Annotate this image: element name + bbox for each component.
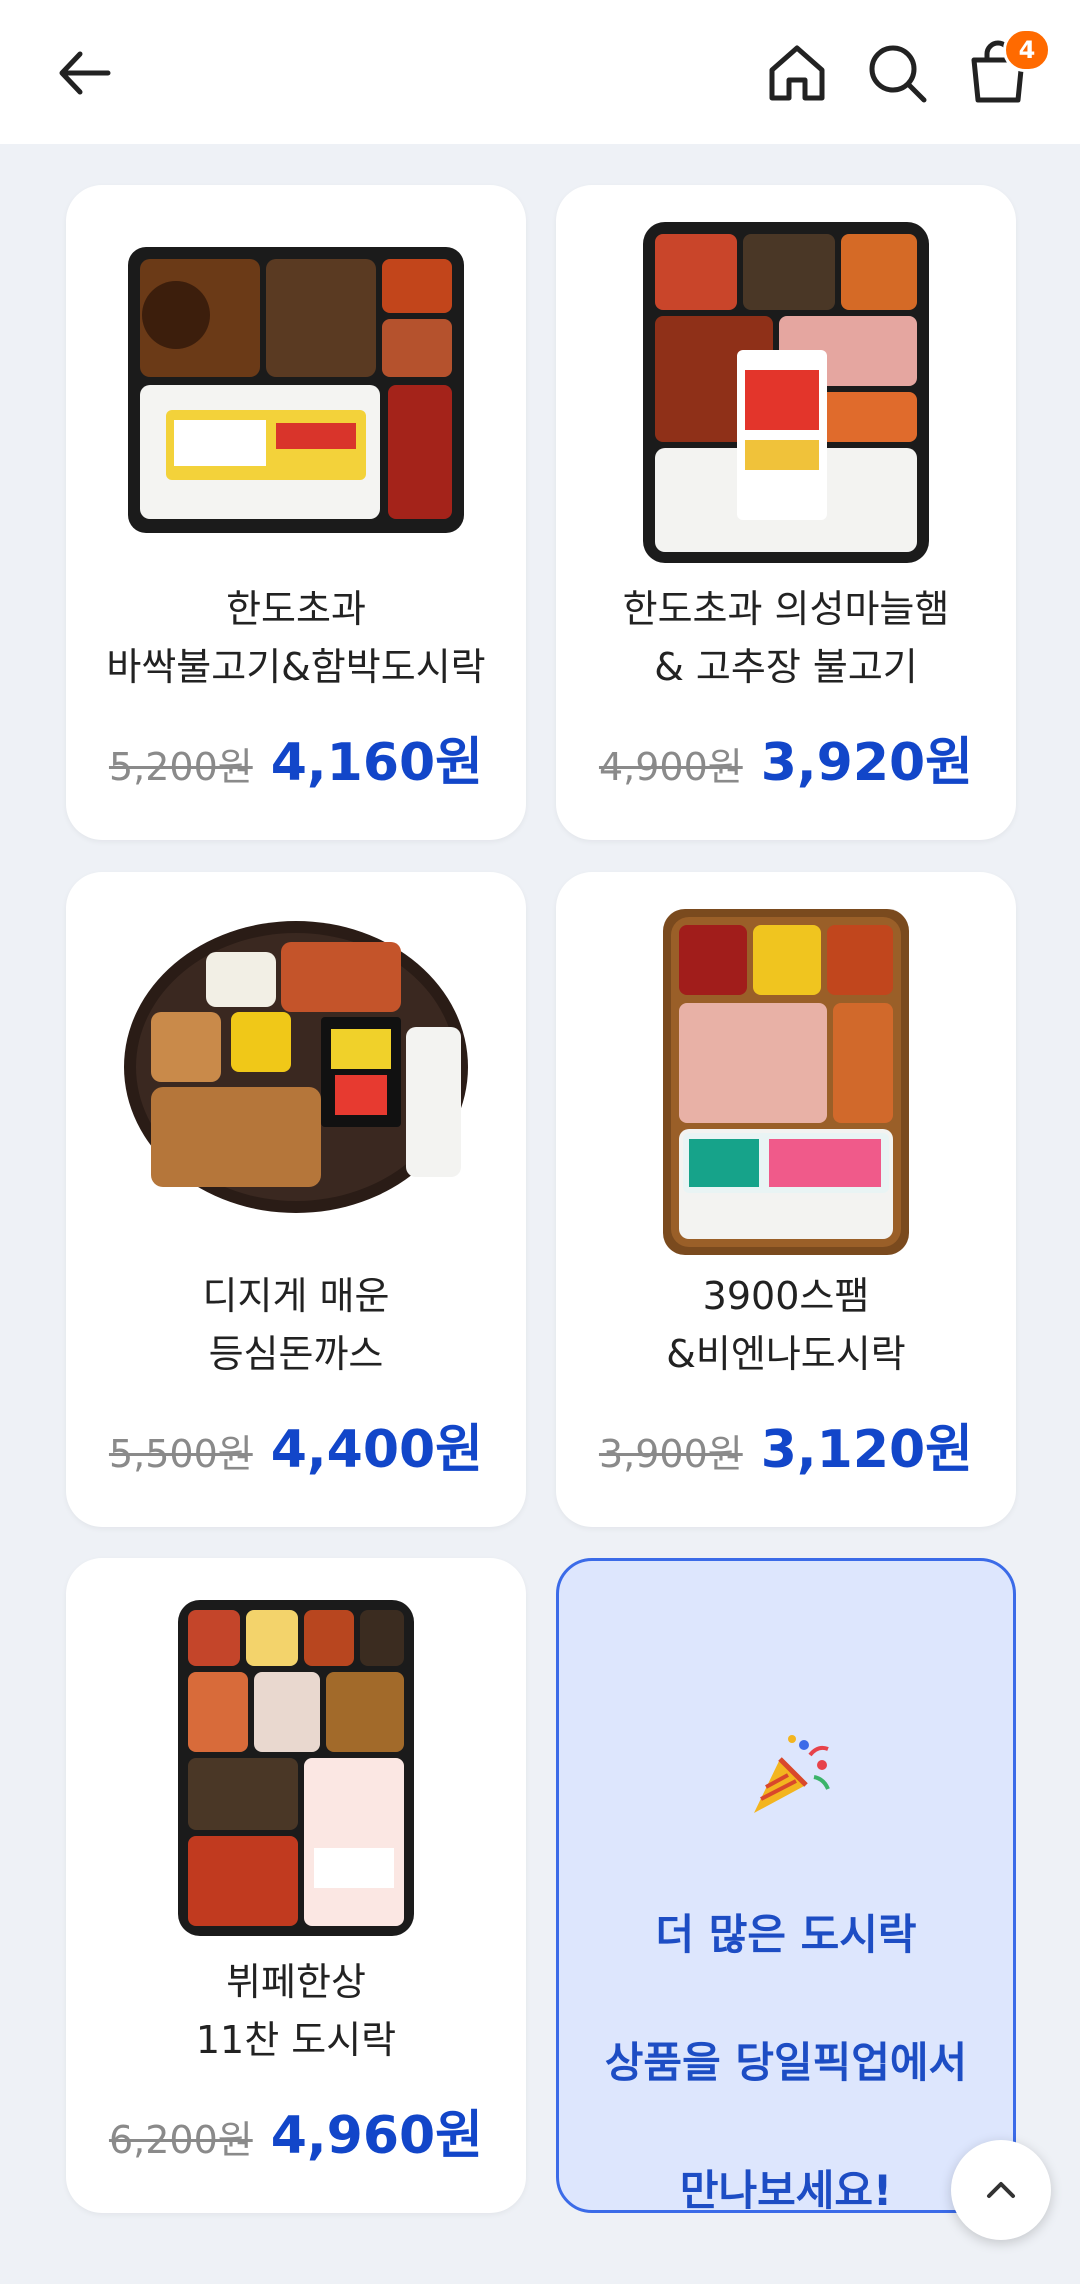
price-row: 5,500원 4,400원 xyxy=(66,1407,526,1482)
sale-price: 3,120원 xyxy=(760,1420,974,1480)
party-popper-icon xyxy=(754,1735,830,1813)
price-row: 3,900원 3,120원 xyxy=(556,1407,1016,1482)
sale-price: 3,920원 xyxy=(760,733,974,793)
lunchbox-image xyxy=(178,1600,414,1936)
original-price: 6,200원 xyxy=(108,2118,253,2162)
product-card[interactable]: 3900스팸 &비엔나도시락 3,900원 3,120원 xyxy=(556,872,1016,1527)
chevron-up-icon xyxy=(987,2182,1015,2198)
sale-price: 4,960원 xyxy=(270,2106,484,2166)
top-bar: 4 xyxy=(0,0,1080,144)
sale-price: 4,160원 xyxy=(270,733,484,793)
scroll-to-top-button[interactable] xyxy=(951,2140,1051,2240)
promo-message: 더 많은 도시락 상품을 당일픽업에서 만나보세요! xyxy=(604,1910,968,2215)
more-lunchbox-promo-card[interactable]: 더 많은 도시락 상품을 당일픽업에서 만나보세요! xyxy=(556,1558,1016,2215)
product-name: 한도초과 의성마늘햄 & 고추장 불고기 xyxy=(622,587,950,689)
sale-price: 4,400원 xyxy=(270,1420,484,1480)
lunchbox-image xyxy=(128,247,464,533)
original-price: 4,900원 xyxy=(598,745,743,789)
original-price: 5,500원 xyxy=(108,1432,253,1476)
lunchbox-image xyxy=(643,222,929,563)
product-name: 한도초과 바싹불고기&함박도시락 xyxy=(106,587,486,689)
lunchbox-image xyxy=(124,921,468,1213)
price-row: 5,200원 4,160원 xyxy=(66,720,526,795)
original-price: 3,900원 xyxy=(598,1432,743,1476)
product-card[interactable]: 한도초과 바싹불고기&함박도시락 5,200원 4,160원 xyxy=(66,185,526,840)
lunchbox-image xyxy=(663,909,909,1255)
back-arrow-icon[interactable] xyxy=(50,38,120,108)
price-row: 4,900원 3,920원 xyxy=(556,720,1016,795)
price-row: 6,200원 4,960원 xyxy=(66,2093,526,2168)
product-name: 3900스팸 &비엔나도시락 xyxy=(666,1274,906,1376)
original-price: 5,200원 xyxy=(108,745,253,789)
product-card[interactable]: 뷔페한상 11찬 도시락 6,200원 4,960원 xyxy=(66,1558,526,2213)
product-card[interactable]: 디지게 매운 등심돈까스 5,500원 4,400원 xyxy=(66,872,526,1527)
home-icon[interactable] xyxy=(762,38,832,108)
product-name: 뷔페한상 11찬 도시락 xyxy=(195,1960,397,2062)
product-name: 디지게 매운 등심돈까스 xyxy=(202,1274,390,1376)
search-icon[interactable] xyxy=(862,38,932,108)
product-card[interactable]: 한도초과 의성마늘햄 & 고추장 불고기 4,900원 3,920원 xyxy=(556,185,1016,840)
cart-count-badge: 4 xyxy=(1003,28,1051,72)
